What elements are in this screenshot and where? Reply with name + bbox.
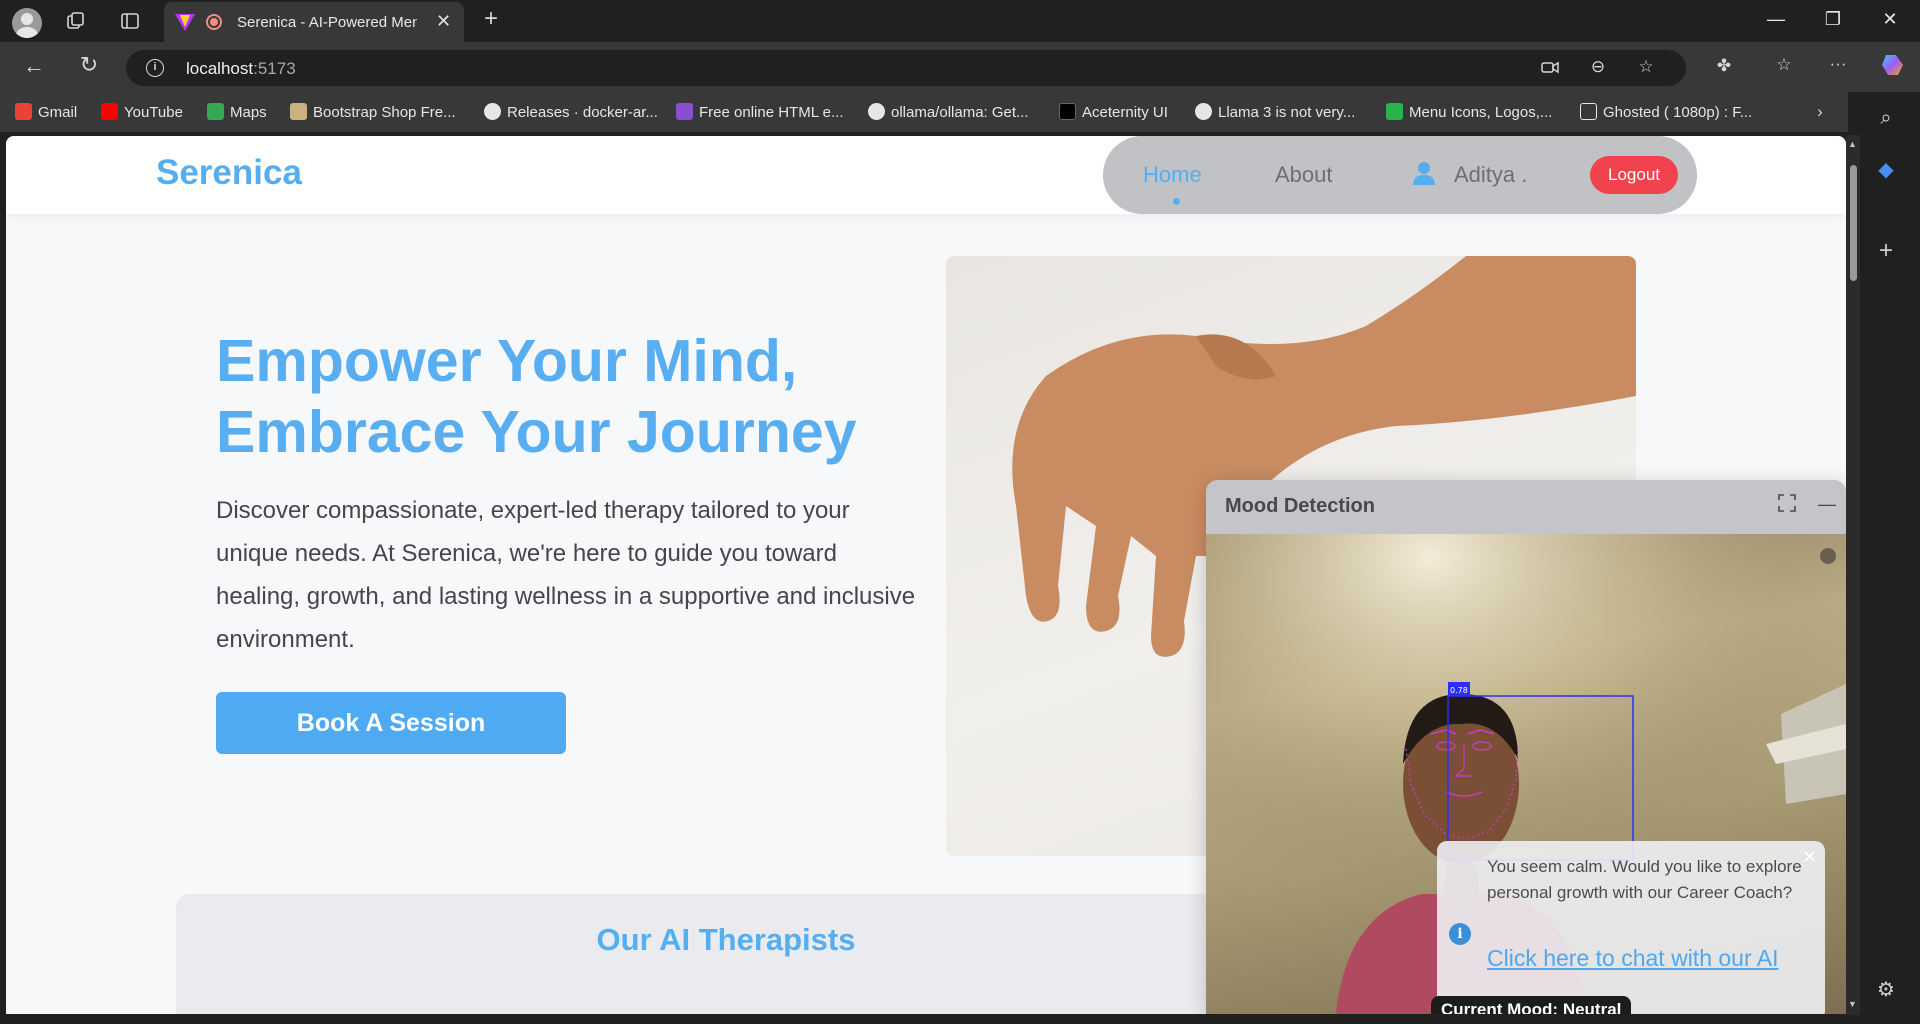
- favorite-star-icon[interactable]: ☆: [1634, 57, 1658, 77]
- hero-description: Discover compassionate, expert-led thera…: [216, 497, 916, 653]
- user-icon: [1411, 160, 1437, 191]
- nav-about-link[interactable]: About: [1275, 162, 1333, 188]
- tab-close-icon[interactable]: ✕: [436, 11, 451, 32]
- bookmark-aceternity[interactable]: Aceternity UI: [1059, 103, 1168, 121]
- bookmark-bootstrap[interactable]: Bootstrap Shop Fre...: [290, 103, 456, 121]
- minimize-window-icon[interactable]: —: [1764, 9, 1788, 30]
- bookmark-llama3[interactable]: Llama 3 is not very...: [1195, 103, 1355, 121]
- site-header: Serenica Home About Aditya . Logout: [6, 136, 1846, 214]
- html-editor-icon: [676, 103, 693, 120]
- address-url[interactable]: localhost:5173: [186, 59, 296, 79]
- main-nav: Home About Aditya . Logout: [1103, 136, 1697, 214]
- back-icon[interactable]: ←: [22, 55, 46, 77]
- browser-toolbar: ← ↻ i localhost:5173 ⊖ ☆ ✤ ☆ ···: [0, 42, 1920, 92]
- reddit-icon: [1195, 103, 1212, 120]
- current-mood-badge: Current Mood: Neutral: [1431, 996, 1632, 1014]
- sidebar-add-icon[interactable]: +: [1874, 237, 1898, 265]
- nav-home-link[interactable]: Home: [1143, 162, 1202, 188]
- bookmark-maps[interactable]: Maps: [207, 103, 267, 121]
- scroll-down-arrow-icon[interactable]: ▼: [1848, 999, 1857, 1009]
- maps-icon: [207, 103, 224, 120]
- bookmark-html-editor[interactable]: Free online HTML e...: [676, 103, 844, 121]
- bookmark-gmail[interactable]: Gmail: [15, 103, 77, 121]
- page-scrollbar[interactable]: ▲ ▼: [1846, 135, 1860, 1015]
- aceternity-icon: [1059, 103, 1076, 120]
- info-icon: i: [1449, 923, 1471, 945]
- bookmarks-overflow-chevron-icon[interactable]: ›: [1808, 102, 1832, 122]
- youtube-icon: [101, 103, 118, 120]
- bookmark-ollama[interactable]: ollama/ollama: Get...: [868, 103, 1029, 121]
- toast-message: You seem calm. Would you like to explore…: [1487, 857, 1802, 902]
- tab-title: Serenica - AI-Powered Menta: [237, 14, 417, 31]
- camera-in-use-icon[interactable]: [1538, 58, 1562, 81]
- toast-close-icon[interactable]: ✕: [1802, 847, 1817, 868]
- bookmark-docker-releases[interactable]: Releases · docker-ar...: [484, 103, 658, 121]
- sidebar-search-icon[interactable]: ⌕: [1874, 107, 1898, 130]
- fullscreen-icon[interactable]: [1776, 494, 1798, 517]
- workspaces-icon[interactable]: [64, 11, 88, 36]
- mood-suggestion-toast: i You seem calm. Would you like to explo…: [1437, 841, 1825, 1014]
- brand-logo-text[interactable]: Serenica: [156, 153, 302, 193]
- ai-therapists-heading: Our AI Therapists: [596, 922, 856, 957]
- bookmark-youtube[interactable]: YouTube: [101, 103, 183, 121]
- scrollbar-thumb[interactable]: [1850, 165, 1857, 281]
- archive-icon: [1580, 103, 1597, 120]
- close-window-icon[interactable]: ✕: [1878, 9, 1902, 30]
- reading-view-icon[interactable]: ⊖: [1586, 57, 1610, 77]
- address-bar[interactable]: i localhost:5173 ⊖ ☆: [126, 50, 1686, 86]
- bookmark-ghosted[interactable]: Ghosted ( 1080p) : F...: [1580, 103, 1752, 121]
- book-session-button[interactable]: Book A Session: [216, 692, 566, 754]
- copilot-icon[interactable]: [1880, 52, 1904, 83]
- mood-panel-header[interactable]: Mood Detection —: [1206, 480, 1846, 534]
- mood-detection-panel: Mood Detection — 0.78 i You seem calm. W…: [1206, 480, 1846, 1014]
- favorites-icon[interactable]: ☆: [1772, 55, 1796, 75]
- active-tab[interactable]: Serenica - AI-Powered Menta ✕: [164, 2, 464, 42]
- bootstrap-icon: [290, 103, 307, 120]
- icons-site-icon: [1386, 103, 1403, 120]
- restore-window-icon[interactable]: ❐: [1821, 9, 1845, 30]
- site-info-icon[interactable]: i: [146, 59, 164, 77]
- profile-avatar-icon[interactable]: [12, 8, 42, 38]
- logout-button[interactable]: Logout: [1590, 156, 1678, 194]
- page-viewport: Serenica Home About Aditya . Logout Empo…: [6, 136, 1846, 1014]
- github-icon: [868, 103, 885, 120]
- face-detection-score: 0.78: [1450, 686, 1468, 695]
- sidebar-settings-gear-icon[interactable]: ⚙: [1874, 977, 1898, 1002]
- hero-title: Empower Your Mind, Embrace Your Journey: [216, 328, 857, 465]
- bookmarks-bar: Gmail YouTube Maps Bootstrap Shop Fre...…: [0, 92, 1920, 132]
- minimize-panel-icon[interactable]: —: [1816, 494, 1838, 515]
- chat-with-ai-link[interactable]: Click here to chat with our AI: [1487, 941, 1807, 975]
- mood-panel-title: Mood Detection: [1225, 495, 1375, 517]
- reload-icon[interactable]: ↻: [77, 54, 101, 76]
- vite-favicon-icon: [175, 14, 195, 31]
- sidebar-shopping-tag-icon[interactable]: ◆: [1874, 157, 1898, 182]
- active-nav-indicator: [1173, 198, 1180, 205]
- extensions-icon[interactable]: ✤: [1712, 56, 1736, 76]
- vertical-tabs-icon[interactable]: [118, 11, 142, 36]
- bookmark-menu-icons[interactable]: Menu Icons, Logos,...: [1386, 103, 1552, 121]
- new-tab-icon[interactable]: +: [479, 7, 503, 31]
- scroll-up-arrow-icon[interactable]: ▲: [1848, 139, 1857, 149]
- more-menu-icon[interactable]: ···: [1826, 54, 1850, 74]
- gmail-icon: [15, 103, 32, 120]
- recording-indicator-icon: [206, 14, 222, 30]
- user-name[interactable]: Aditya .: [1454, 162, 1527, 188]
- webcam-feed: 0.78 i You seem calm. Would you like to …: [1206, 534, 1846, 1014]
- browser-tabstrip: Serenica - AI-Powered Menta ✕ + — ❐ ✕: [0, 0, 1920, 42]
- github-icon: [484, 103, 501, 120]
